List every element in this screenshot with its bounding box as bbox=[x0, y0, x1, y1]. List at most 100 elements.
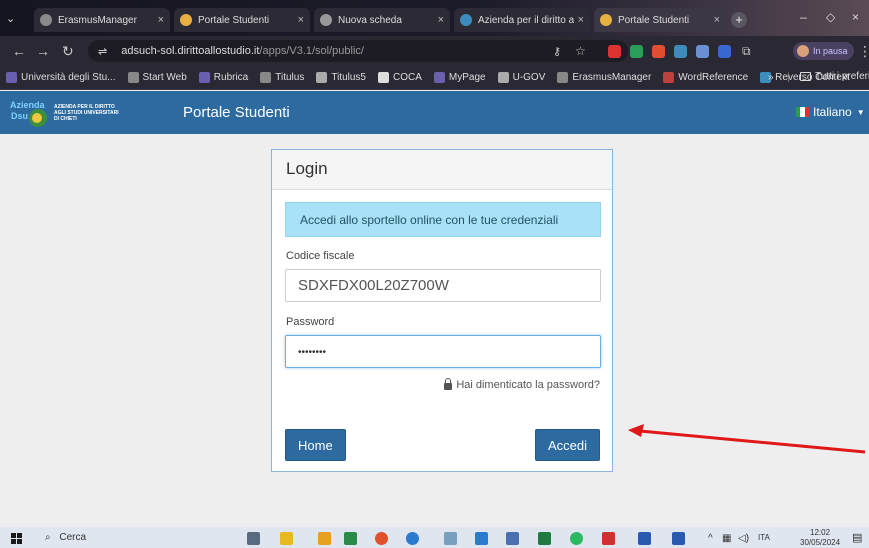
file-explorer-icon[interactable] bbox=[318, 532, 331, 545]
chrome-icon bbox=[320, 14, 332, 26]
bookmark-item[interactable]: WordReference bbox=[663, 72, 748, 83]
bookmark-label: Titulus bbox=[275, 72, 305, 83]
bookmark-item[interactable]: Titulus5 bbox=[316, 72, 366, 83]
bookmark-item[interactable]: Università degli Stu... bbox=[6, 72, 116, 83]
minimize-icon[interactable]: – bbox=[800, 10, 807, 24]
chrome-icon[interactable] bbox=[375, 532, 388, 545]
tab-search-icon[interactable]: ⌄ bbox=[6, 12, 15, 25]
close-icon[interactable]: × bbox=[578, 14, 584, 26]
taskbar-search[interactable]: ⌕ Cerca bbox=[45, 532, 86, 543]
back-icon[interactable]: ← bbox=[12, 43, 26, 59]
language-indicator[interactable]: ITA bbox=[758, 533, 770, 542]
edge-icon[interactable] bbox=[406, 532, 419, 545]
close-icon[interactable]: × bbox=[298, 14, 304, 26]
site-info-icon[interactable]: ⇌ bbox=[98, 45, 107, 58]
bookmark-favicon-icon bbox=[6, 72, 17, 83]
extension-icon[interactable] bbox=[652, 45, 665, 58]
tab-azienda[interactable]: Azienda per il diritto agl × bbox=[454, 8, 590, 32]
word-icon[interactable] bbox=[672, 532, 685, 545]
menu-kebab-icon[interactable]: ⋮ bbox=[858, 43, 869, 60]
bookmark-item[interactable]: Rubrica bbox=[198, 72, 249, 83]
lock-icon bbox=[444, 378, 453, 390]
home-button[interactable]: Home bbox=[285, 429, 346, 461]
bookmark-item[interactable]: ErasmusManager bbox=[557, 72, 651, 83]
bookmark-label: Rubrica bbox=[213, 72, 249, 83]
file-explorer-icon[interactable] bbox=[280, 532, 293, 545]
tab-erasmusmanager[interactable]: ErasmusManager × bbox=[34, 8, 170, 32]
adsu-logo[interactable]: Azienda Dsu AZIENDA PER IL DIRITTO AGLI … bbox=[8, 98, 138, 128]
tab-title: Portale Studenti bbox=[198, 14, 270, 26]
close-window-icon[interactable]: × bbox=[852, 10, 859, 24]
network-icon[interactable]: ▦ bbox=[722, 533, 731, 544]
bookmark-item[interactable]: Titulus bbox=[260, 72, 304, 83]
bookmark-item[interactable]: U-GOV bbox=[497, 72, 546, 83]
tab-portale-studenti-active[interactable]: Portale Studenti × bbox=[594, 8, 726, 32]
clock[interactable]: 12:02 30/05/2024 bbox=[800, 528, 840, 548]
language-dropdown[interactable]: Italiano ▼ bbox=[796, 105, 865, 119]
pen-icon[interactable] bbox=[444, 532, 457, 545]
close-icon[interactable]: × bbox=[714, 14, 720, 26]
extension-icon[interactable] bbox=[674, 45, 687, 58]
star-icon[interactable]: ☆ bbox=[575, 44, 586, 58]
caret-down-icon: ▼ bbox=[856, 107, 865, 117]
adsu-logo-mark-icon: Azienda Dsu bbox=[10, 100, 47, 127]
task-view-icon[interactable] bbox=[247, 532, 260, 545]
maximize-icon[interactable]: ◇ bbox=[826, 10, 835, 24]
windows-start-icon[interactable] bbox=[11, 533, 22, 544]
codice-fiscale-input[interactable]: SDXFDX00L20Z700W bbox=[285, 269, 601, 302]
tab-nuova-scheda[interactable]: Nuova scheda × bbox=[314, 8, 450, 32]
grammarly-extension-icon[interactable] bbox=[630, 45, 643, 58]
tab-title: ErasmusManager bbox=[58, 14, 137, 26]
bookmark-label: Titulus5 bbox=[331, 72, 366, 83]
all-bookmarks-folder[interactable]: Tutti i preferiti bbox=[800, 71, 869, 82]
new-tab-icon[interactable]: + bbox=[731, 12, 747, 28]
bookmark-favicon-icon bbox=[198, 72, 210, 83]
tray-chevron-icon[interactable]: ^ bbox=[708, 533, 713, 544]
pdf-extension-icon[interactable] bbox=[608, 45, 621, 58]
clock-time: 12:02 bbox=[810, 528, 831, 537]
language-label: Italiano bbox=[813, 105, 852, 119]
extension-icon[interactable] bbox=[696, 45, 709, 58]
word-icon[interactable] bbox=[638, 532, 651, 545]
bookmark-label: MyPage bbox=[448, 72, 486, 83]
svg-text:Dsu: Dsu bbox=[11, 111, 28, 121]
extension-icon[interactable] bbox=[718, 45, 731, 58]
forgot-password-link[interactable]: Hai dimenticato la password? bbox=[444, 378, 600, 391]
tab-title: Portale Studenti bbox=[618, 14, 690, 26]
globe-icon bbox=[40, 14, 52, 26]
excel-icon[interactable] bbox=[538, 532, 551, 545]
bookmark-item[interactable]: COCA bbox=[378, 72, 422, 83]
url-path: /apps/V3.1/sol/public/ bbox=[259, 45, 364, 57]
profile-button[interactable]: In pausa bbox=[793, 42, 854, 60]
bookmark-favicon-icon bbox=[497, 72, 509, 83]
url-field[interactable]: ⇌ adsuch-sol.dirittoallostudio.it/apps/V… bbox=[88, 40, 628, 62]
all-bookmarks-label: Tutti i preferiti bbox=[815, 71, 869, 82]
tab-portale-studenti[interactable]: Portale Studenti × bbox=[174, 8, 310, 32]
page-title[interactable]: Portale Studenti bbox=[183, 104, 290, 121]
bookmark-item[interactable]: MyPage bbox=[433, 72, 486, 83]
bookmarks-overflow-button[interactable]: » bbox=[768, 72, 774, 83]
speaker-icon[interactable]: ◁) bbox=[738, 533, 749, 544]
download-icon[interactable] bbox=[475, 532, 488, 545]
bookmarks-list: Università degli Stu... Start Web Rubrica T… bbox=[0, 72, 862, 83]
accedi-button[interactable]: Accedi bbox=[534, 429, 600, 461]
close-icon[interactable]: × bbox=[158, 14, 164, 26]
whatsapp-icon[interactable] bbox=[570, 532, 583, 545]
acrobat-icon[interactable] bbox=[602, 532, 615, 545]
windows-taskbar: ⌕ Cerca ^ ▦ ◁) ITA 12:02 30/05/2024 ▤ bbox=[0, 527, 869, 548]
bookmark-label: U-GOV bbox=[512, 72, 546, 83]
forward-icon[interactable]: → bbox=[36, 43, 50, 59]
italy-flag-icon bbox=[796, 107, 809, 117]
extensions-puzzle-icon[interactable]: ⧉ bbox=[742, 44, 751, 59]
calendar-icon[interactable] bbox=[506, 532, 519, 545]
password-input[interactable]: •••••••• bbox=[285, 335, 601, 368]
url-site: adsuch-sol.dirittoallostudio.it bbox=[121, 45, 260, 57]
reload-icon[interactable]: ↻ bbox=[62, 43, 74, 60]
password-key-icon[interactable]: ⚷ bbox=[553, 45, 561, 58]
tab-title: Nuova scheda bbox=[338, 14, 402, 26]
notifications-icon[interactable]: ▤ bbox=[852, 531, 862, 544]
excel-icon[interactable] bbox=[344, 532, 357, 545]
portal-favicon-icon bbox=[180, 14, 192, 26]
close-icon[interactable]: × bbox=[438, 14, 444, 26]
bookmark-item[interactable]: Start Web bbox=[127, 72, 187, 83]
